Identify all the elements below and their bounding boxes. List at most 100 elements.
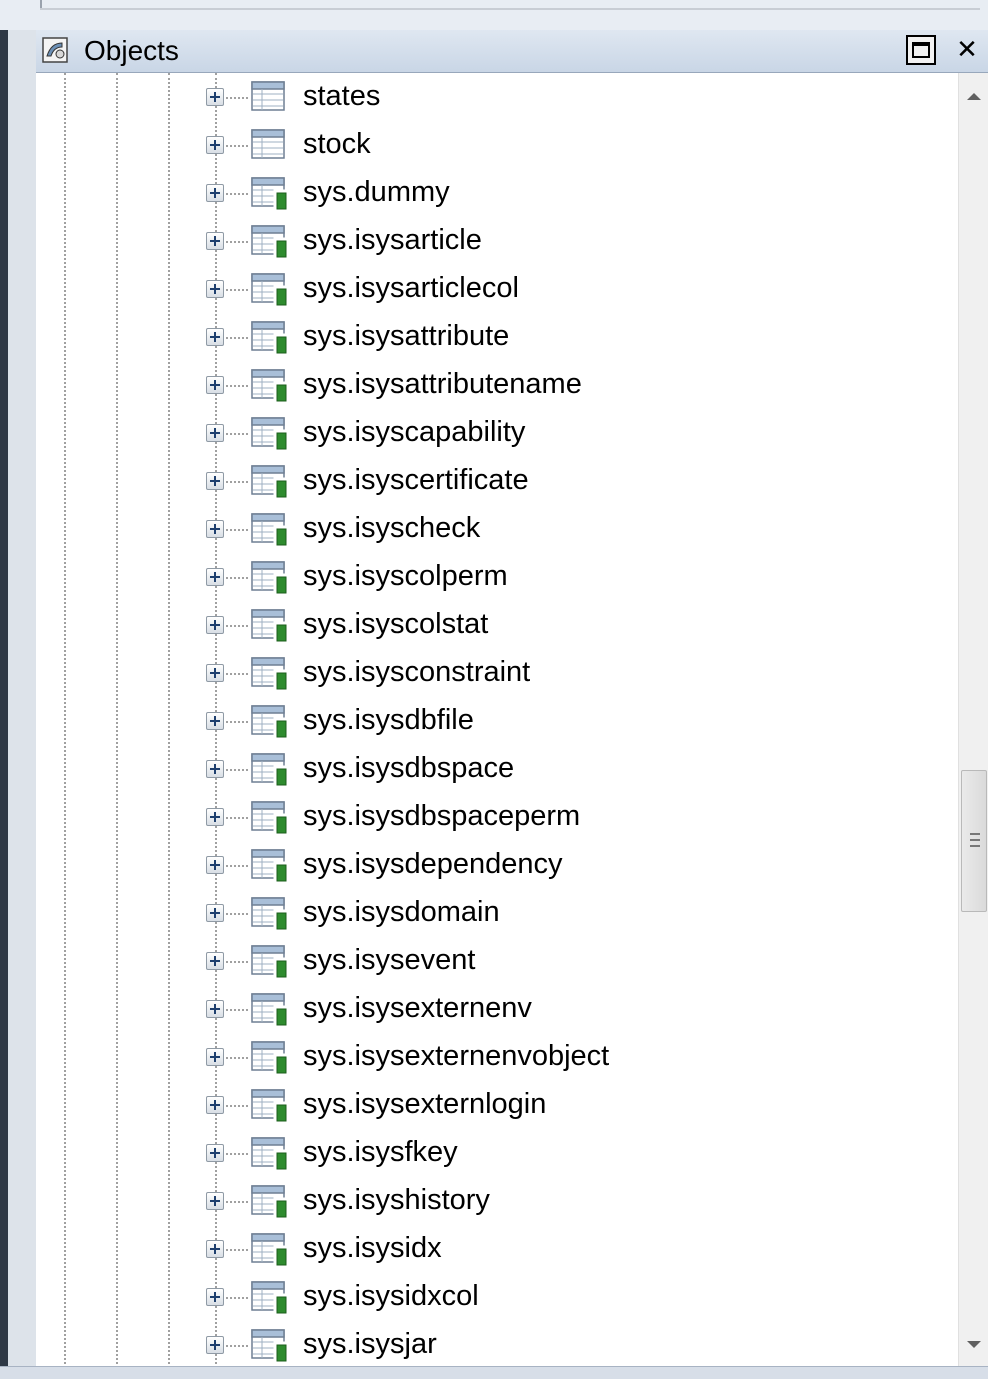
tree-item-label: sys.isysjar [303, 1328, 437, 1360]
tree-item[interactable]: sys.isyscolperm [36, 553, 958, 601]
expand-plus-icon[interactable] [206, 1096, 224, 1114]
system-table-icon [251, 417, 289, 450]
tree-item[interactable]: sys.isyscertificate [36, 457, 958, 505]
tree-item[interactable]: sys.isysevent [36, 937, 958, 985]
expand-plus-icon[interactable] [206, 712, 224, 730]
tree-item[interactable]: sys.isysexternenv [36, 985, 958, 1033]
close-button[interactable]: ✕ [946, 35, 988, 65]
tree-item[interactable]: sys.isysexternlogin [36, 1081, 958, 1129]
tree-item[interactable]: sys.isysconstraint [36, 649, 958, 697]
system-table-icon [251, 465, 289, 498]
tree-item[interactable]: sys.isysidx [36, 1225, 958, 1273]
expand-plus-icon[interactable] [206, 376, 224, 394]
tree-item-label: sys.isysattributename [303, 368, 582, 400]
tree-connector [226, 913, 248, 915]
close-icon: ✕ [956, 35, 978, 65]
expand-plus-icon[interactable] [206, 424, 224, 442]
expand-plus-icon[interactable] [206, 616, 224, 634]
system-table-icon [251, 177, 289, 210]
expand-plus-icon[interactable] [206, 1240, 224, 1258]
expand-plus-icon[interactable] [206, 904, 224, 922]
tree-item[interactable]: sys.isysidxcol [36, 1273, 958, 1321]
tree-connector [226, 1249, 248, 1251]
tree-item[interactable]: sys.isysdependency [36, 841, 958, 889]
tree-item-label: stock [303, 128, 371, 160]
scroll-thumb[interactable] [961, 770, 987, 912]
expand-plus-icon[interactable] [206, 952, 224, 970]
tree-item-label: sys.isyscolperm [303, 560, 508, 592]
system-table-icon [251, 801, 289, 834]
tree-connector [226, 193, 248, 195]
expand-plus-icon[interactable] [206, 232, 224, 250]
tree-item[interactable]: stock [36, 121, 958, 169]
tree-item[interactable]: sys.isysexternenvobject [36, 1033, 958, 1081]
expand-plus-icon[interactable] [206, 184, 224, 202]
expand-plus-icon[interactable] [206, 1192, 224, 1210]
maximize-button[interactable] [906, 35, 936, 65]
system-table-icon [251, 657, 289, 690]
vertical-scrollbar[interactable] [958, 73, 988, 1368]
expand-plus-icon[interactable] [206, 568, 224, 586]
tree-item[interactable]: sys.isyscheck [36, 505, 958, 553]
tree-item[interactable]: sys.isysarticlecol [36, 265, 958, 313]
tree-item[interactable]: sys.isyscolstat [36, 601, 958, 649]
tree-connector [226, 769, 248, 771]
tree-item-label: sys.isyshistory [303, 1184, 490, 1216]
tree-item[interactable]: sys.isysdbfile [36, 697, 958, 745]
system-table-icon [251, 273, 289, 306]
tree-item-label: sys.isysexternlogin [303, 1088, 547, 1120]
system-table-icon [251, 609, 289, 642]
tree-connector [226, 625, 248, 627]
tree-item-label: sys.isysattribute [303, 320, 510, 352]
tree-connector [226, 817, 248, 819]
tree-item-label: sys.isysconstraint [303, 656, 531, 688]
tree-connector [226, 1009, 248, 1011]
tree-item[interactable]: sys.isysarticle [36, 217, 958, 265]
expand-plus-icon[interactable] [206, 520, 224, 538]
expand-plus-icon[interactable] [206, 472, 224, 490]
tree-item-label: sys.isysarticle [303, 224, 482, 256]
expand-plus-icon[interactable] [206, 1000, 224, 1018]
expand-plus-icon[interactable] [206, 1288, 224, 1306]
tree-connector [226, 433, 248, 435]
system-table-icon [251, 753, 289, 786]
tree-item[interactable]: sys.isysdbspaceperm [36, 793, 958, 841]
expand-plus-icon[interactable] [206, 1336, 224, 1354]
tree-item[interactable]: states [36, 73, 958, 121]
tree-item[interactable]: sys.isyscapability [36, 409, 958, 457]
tree-item[interactable]: sys.isysdomain [36, 889, 958, 937]
tree-connector [226, 529, 248, 531]
expand-plus-icon[interactable] [206, 664, 224, 682]
tree-item-label: states [303, 80, 381, 112]
tree-connector [226, 289, 248, 291]
tree-item[interactable]: sys.isysdbspace [36, 745, 958, 793]
tree-item[interactable]: sys.isysattributename [36, 361, 958, 409]
expand-plus-icon[interactable] [206, 1048, 224, 1066]
objects-panel-header: Objects ✕ [36, 30, 988, 73]
expand-plus-icon[interactable] [206, 136, 224, 154]
tree-connector [226, 385, 248, 387]
scroll-up-arrow-icon[interactable] [967, 93, 981, 100]
tree-connector [226, 145, 248, 147]
tree-item[interactable]: sys.isysjar [36, 1321, 958, 1368]
tree-item[interactable]: sys.dummy [36, 169, 958, 217]
expand-plus-icon[interactable] [206, 1144, 224, 1162]
tree-item[interactable]: sys.isysfkey [36, 1129, 958, 1177]
expand-plus-icon[interactable] [206, 88, 224, 106]
expand-plus-icon[interactable] [206, 856, 224, 874]
tree-item[interactable]: sys.isysattribute [36, 313, 958, 361]
expand-plus-icon[interactable] [206, 328, 224, 346]
window-left-border [0, 0, 8, 1378]
object-tree[interactable]: states stock sys.dummy sys.isysarticle sys.i… [36, 73, 958, 1368]
tree-item[interactable]: sys.isyshistory [36, 1177, 958, 1225]
expand-plus-icon[interactable] [206, 760, 224, 778]
tree-item-label: sys.isyscertificate [303, 464, 529, 496]
scroll-down-arrow-icon[interactable] [967, 1341, 981, 1348]
table-icon [251, 129, 285, 159]
expand-plus-icon[interactable] [206, 280, 224, 298]
expand-plus-icon[interactable] [206, 808, 224, 826]
system-table-icon [251, 945, 289, 978]
maximize-icon [912, 42, 930, 58]
system-table-icon [251, 1281, 289, 1314]
system-table-icon [251, 1233, 289, 1266]
